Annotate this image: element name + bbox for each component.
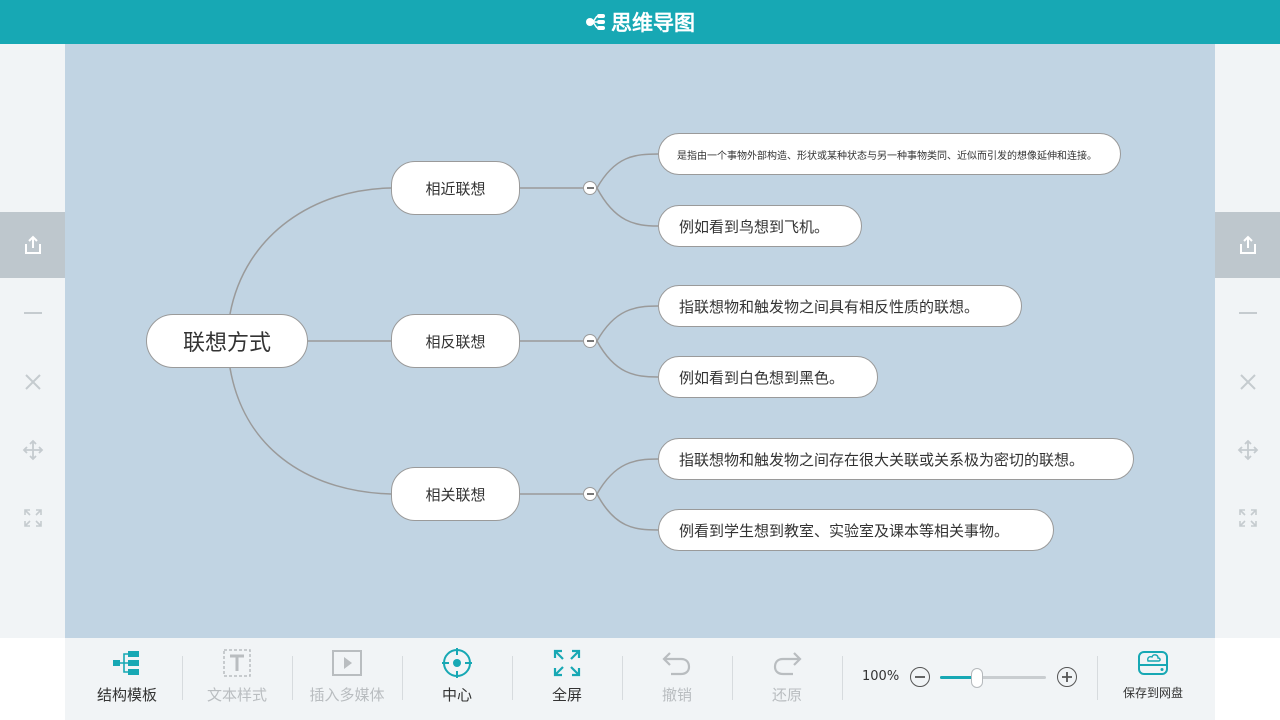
zoom-slider-thumb[interactable] xyxy=(971,668,984,688)
close-button-left[interactable] xyxy=(0,349,65,415)
text-style-button[interactable]: 文本样式 xyxy=(183,646,291,712)
minimize-button-left[interactable] xyxy=(0,280,65,346)
leaf-node[interactable]: 例如看到白色想到黑色。 xyxy=(658,356,878,398)
redo-icon xyxy=(773,652,802,676)
leaf-node[interactable]: 例如看到鸟想到飞机。 xyxy=(658,205,862,247)
app-header: 思维导图 xyxy=(0,0,1280,44)
leaf-node[interactable]: 是指由一个事物外部构造、形状或某种状态与另一种事物类同、近似而引发的想像延伸和连… xyxy=(658,133,1121,175)
fullscreen-label: 全屏 xyxy=(551,686,582,704)
move-icon xyxy=(22,439,43,461)
minus-icon xyxy=(915,676,925,678)
branch-node-opposite[interactable]: 相反联想 xyxy=(391,314,520,368)
text-style-icon xyxy=(223,649,251,677)
move-button-left[interactable] xyxy=(0,417,65,483)
minimize-icon xyxy=(23,312,42,314)
share-icon xyxy=(1239,235,1256,254)
target-icon xyxy=(442,648,472,678)
undo-button[interactable]: 撤销 xyxy=(623,646,731,712)
fullscreen-button-right[interactable] xyxy=(1215,485,1280,551)
close-button-right[interactable] xyxy=(1215,349,1280,415)
structure-icon xyxy=(113,651,139,675)
fullscreen-icon xyxy=(1238,509,1257,527)
close-icon xyxy=(1239,374,1256,390)
right-side-panel xyxy=(1215,44,1280,638)
fullscreen-button-left[interactable] xyxy=(0,485,65,551)
share-button-right[interactable] xyxy=(1215,212,1280,278)
save-to-cloud-button[interactable]: 保存到网盘 xyxy=(1120,648,1186,701)
redo-button[interactable]: 还原 xyxy=(733,646,841,712)
center-button[interactable]: 中心 xyxy=(403,646,511,712)
collapse-toggle[interactable] xyxy=(583,334,597,348)
bottom-toolbar: 结构模板 文本样式 插入多媒体 中心 全屏 撤销 还原 100% 保存到网盘 xyxy=(65,638,1215,720)
plus-icon xyxy=(1062,672,1072,682)
zoom-out-button[interactable] xyxy=(910,667,930,687)
minimize-icon xyxy=(1238,312,1257,314)
zoom-slider[interactable] xyxy=(940,676,1046,679)
mindmap-canvas[interactable]: 联想方式 相近联想 相反联想 相关联想 是指由一个事物外部构造、形状或某种状态与… xyxy=(65,44,1215,638)
insert-media-button[interactable]: 插入多媒体 xyxy=(293,646,401,712)
insert-media-label: 插入多媒体 xyxy=(309,686,385,704)
minimize-button-right[interactable] xyxy=(1215,280,1280,346)
undo-label: 撤销 xyxy=(661,686,692,704)
close-icon xyxy=(24,374,41,390)
zoom-in-button[interactable] xyxy=(1057,667,1077,687)
share-button-left[interactable] xyxy=(0,212,65,278)
structure-template-label: 结构模板 xyxy=(96,686,157,704)
leaf-node[interactable]: 指联想物和触发物之间存在很大关联或关系极为密切的联想。 xyxy=(658,438,1134,480)
collapse-toggle[interactable] xyxy=(583,487,597,501)
fullscreen-icon xyxy=(23,509,42,527)
move-button-right[interactable] xyxy=(1215,417,1280,483)
text-style-label: 文本样式 xyxy=(206,686,267,704)
zoom-level: 100% xyxy=(862,669,900,684)
root-node[interactable]: 联想方式 xyxy=(146,314,308,368)
mindmap-logo-icon xyxy=(586,14,605,30)
save-to-cloud-label: 保存到网盘 xyxy=(1122,686,1183,700)
redo-label: 还原 xyxy=(771,686,802,704)
undo-icon xyxy=(662,652,691,676)
structure-template-button[interactable]: 结构模板 xyxy=(73,646,181,712)
fullscreen-icon xyxy=(553,649,581,677)
left-side-panel xyxy=(0,44,65,638)
collapse-toggle[interactable] xyxy=(583,181,597,195)
app-title: 思维导图 xyxy=(611,11,695,35)
fullscreen-toolbar-button[interactable]: 全屏 xyxy=(513,646,621,712)
leaf-node[interactable]: 例看到学生想到教室、实验室及课本等相关事物。 xyxy=(658,509,1054,551)
branch-node-related[interactable]: 相关联想 xyxy=(391,467,520,521)
play-icon xyxy=(332,650,362,676)
cloud-disk-icon xyxy=(1138,651,1168,675)
move-icon xyxy=(1237,439,1258,461)
share-icon xyxy=(24,235,41,254)
branch-node-similar[interactable]: 相近联想 xyxy=(391,161,520,215)
center-label: 中心 xyxy=(441,686,472,704)
leaf-node[interactable]: 指联想物和触发物之间具有相反性质的联想。 xyxy=(658,285,1022,327)
